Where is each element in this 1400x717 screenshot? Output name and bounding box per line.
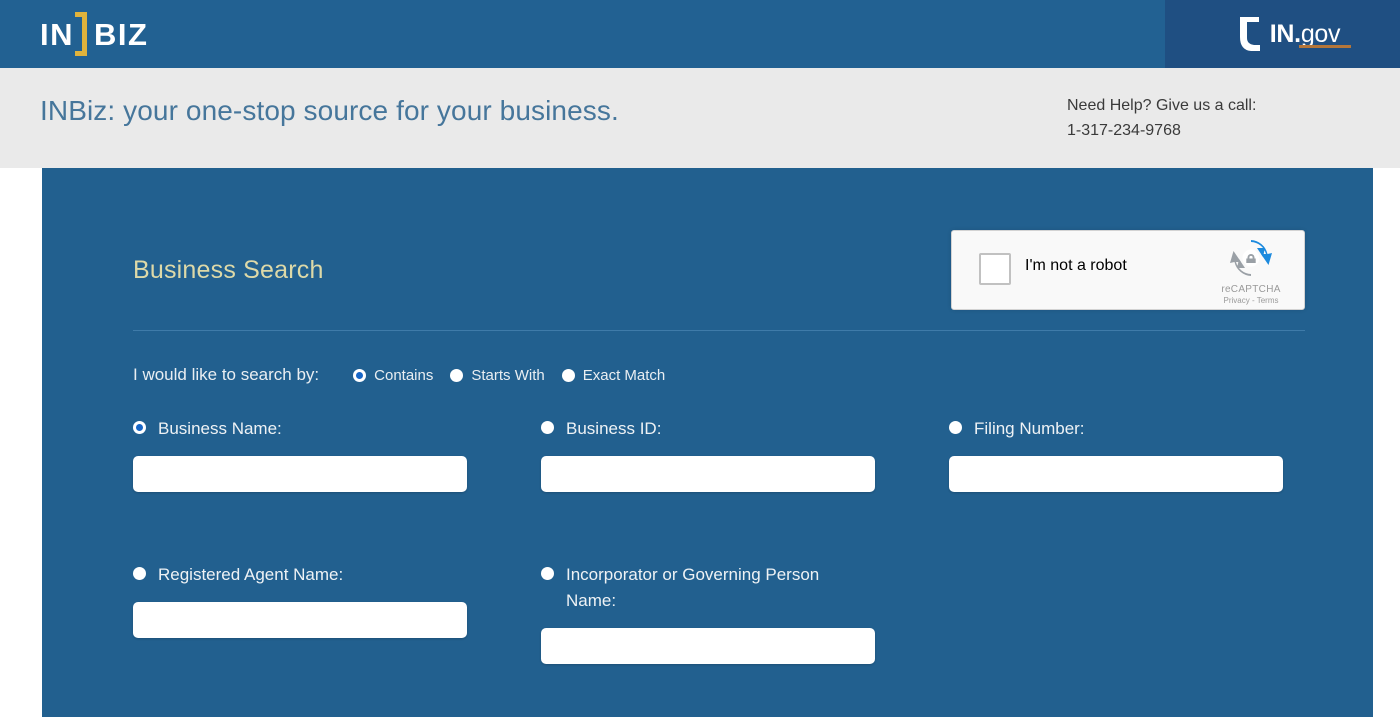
label-filing-number: Filing Number: (974, 419, 1085, 438)
input-business-name[interactable] (133, 456, 467, 492)
search-by-option-exact-match-label: Exact Match (582, 366, 666, 384)
label-registered-agent-name: Registered Agent Name: (158, 565, 344, 584)
recaptcha-widget[interactable]: I'm not a robot reCAPTCHA Privacy - Term… (951, 230, 1305, 310)
recaptcha-checkbox[interactable] (979, 253, 1011, 285)
label-business-name: Business Name: (158, 419, 282, 438)
label-incorporator-name: Incorporator or Governing Person Name: (566, 565, 820, 610)
recaptcha-arrows-icon (1230, 240, 1272, 282)
help-contact-block: Need Help? Give us a call: 1-317-234-976… (1067, 93, 1256, 143)
label-business-id: Business ID: (566, 419, 662, 438)
ingov-wordmark: IN.gov (1269, 19, 1351, 48)
ingov-underline (1298, 44, 1351, 48)
recaptcha-brand-text: reCAPTCHA (1221, 284, 1281, 295)
search-by-row: I would like to search by: Contains Star… (133, 363, 682, 387)
search-by-option-contains-label: Contains (374, 366, 434, 384)
page-title: Business Search (133, 256, 324, 284)
radio-incorporator-name[interactable] (541, 567, 554, 580)
indiana-state-icon (1237, 17, 1263, 51)
search-by-option-contains[interactable]: Contains (353, 367, 433, 384)
radio-business-id[interactable] (541, 421, 554, 434)
inbiz-logo[interactable]: IN BIZ (40, 12, 149, 56)
section-divider (133, 330, 1305, 331)
input-registered-agent-name[interactable] (133, 602, 467, 638)
top-header-bar: IN BIZ IN.gov (0, 0, 1400, 68)
inbiz-logo-prefix: IN (40, 16, 74, 52)
search-by-label: I would like to search by: (133, 365, 320, 384)
input-filing-number[interactable] (949, 456, 1283, 492)
recaptcha-privacy-link[interactable]: Privacy (1224, 296, 1250, 305)
radio-starts-with[interactable] (450, 368, 464, 382)
ingov-gov-text: gov (1300, 19, 1341, 48)
inbiz-logo-suffix: BIZ (94, 16, 149, 52)
radio-exact-match[interactable] (561, 368, 575, 382)
radio-registered-agent-name[interactable] (133, 567, 146, 580)
search-by-option-starts-with-label: Starts With (471, 366, 545, 384)
inbiz-logo-bracket-icon (75, 12, 91, 56)
search-by-option-starts-with[interactable]: Starts With (450, 366, 545, 384)
ingov-logo-panel[interactable]: IN.gov (1165, 0, 1400, 68)
ingov-in-text: IN. (1269, 19, 1301, 48)
help-phone-number[interactable]: 1-317-234-9768 (1067, 118, 1256, 143)
field-registered-agent-name: Registered Agent Name: (133, 562, 541, 664)
field-incorporator-name: Incorporator or Governing Person Name: (541, 562, 949, 664)
radio-business-name[interactable] (133, 421, 146, 434)
search-fields-row-2: Registered Agent Name: Incorporator or G… (133, 562, 1313, 664)
search-by-option-exact-match[interactable]: Exact Match (561, 366, 666, 384)
field-filing-number: Filing Number: (949, 416, 1357, 492)
recaptcha-branding: reCAPTCHA Privacy - Terms (1212, 238, 1290, 305)
field-business-name: Business Name: (133, 416, 541, 492)
recaptcha-terms-link[interactable]: Terms (1257, 296, 1279, 305)
search-fields: Business Name: Business ID: Filing Numbe… (133, 416, 1313, 664)
field-business-id: Business ID: (541, 416, 949, 492)
page-tagline: INBiz: your one-stop source for your bus… (40, 95, 619, 126)
help-prompt: Need Help? Give us a call: (1067, 97, 1257, 114)
input-incorporator-name[interactable] (541, 628, 875, 664)
search-fields-row-1: Business Name: Business ID: Filing Numbe… (133, 416, 1313, 492)
tagline-band: INBiz: your one-stop source for your bus… (0, 68, 1400, 168)
radio-contains[interactable] (353, 368, 367, 382)
recaptcha-legal-links[interactable]: Privacy - Terms (1212, 296, 1290, 305)
recaptcha-link-separator: - (1251, 296, 1255, 305)
business-search-panel: Business Search I'm not a robot reCAPTCH… (42, 168, 1373, 717)
recaptcha-label: I'm not a robot (1025, 257, 1127, 274)
input-business-id[interactable] (541, 456, 875, 492)
radio-filing-number[interactable] (949, 421, 962, 434)
